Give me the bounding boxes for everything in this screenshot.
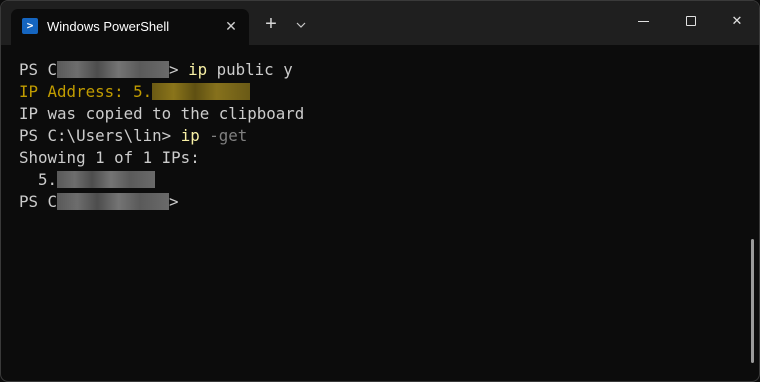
redacted-path: [57, 61, 170, 78]
tab-dropdown-button[interactable]: [292, 15, 310, 35]
scrollbar-thumb[interactable]: [751, 239, 754, 363]
prompt: PS C:\Users\lin>: [19, 126, 181, 145]
redacted-path: [57, 193, 170, 210]
redacted-ip: [152, 83, 251, 100]
terminal-line: 5.: [19, 169, 749, 191]
terminal-output[interactable]: PS C > ip public y IP Address: 5. IP was …: [1, 45, 749, 381]
redacted-ip: [57, 171, 156, 188]
tab-close-button[interactable]: ✕: [223, 18, 239, 34]
new-tab-button[interactable]: +: [260, 14, 282, 36]
terminal-line: Showing 1 of 1 IPs:: [19, 148, 200, 167]
command-args: public y: [207, 60, 293, 79]
terminal-line: IP was copied to the clipboard: [19, 104, 305, 123]
minimize-icon: [638, 21, 649, 22]
maximize-button[interactable]: [668, 1, 714, 41]
terminal-line: PS C >: [19, 192, 179, 211]
command-args: -get: [199, 126, 248, 145]
terminal-window: > Windows PowerShell ✕ + ✕ PS C > ip publ…: [0, 0, 760, 382]
terminal-line: PS C:\Users\lin> ip -get: [19, 125, 749, 147]
terminal-line: PS C > ip public y: [19, 60, 293, 79]
terminal-line: IP Address: 5.: [19, 81, 749, 103]
command: ip: [188, 60, 208, 79]
chevron-down-icon: [296, 22, 306, 28]
tab-windows-powershell[interactable]: > Windows PowerShell ✕: [11, 9, 249, 45]
command: ip: [180, 126, 200, 145]
maximize-icon: [686, 16, 696, 26]
minimize-button[interactable]: [621, 1, 667, 41]
powershell-icon: >: [22, 18, 38, 34]
title-bar[interactable]: > Windows PowerShell ✕ + ✕: [1, 1, 759, 45]
close-button[interactable]: ✕: [714, 1, 759, 41]
tab-title: Windows PowerShell: [47, 19, 170, 34]
